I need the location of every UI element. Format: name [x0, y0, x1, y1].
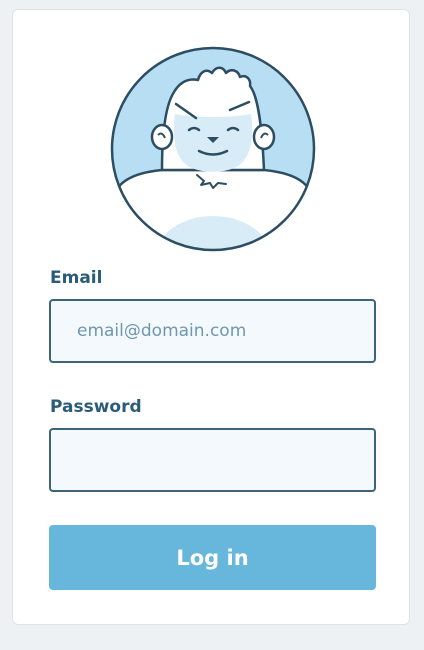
password-label: Password	[50, 397, 142, 417]
login-button[interactable]: Log in	[49, 525, 376, 590]
login-card: Email Password Log in	[12, 9, 410, 625]
password-input[interactable]	[49, 428, 376, 492]
yeti-avatar-icon	[110, 46, 316, 252]
email-input[interactable]	[49, 299, 376, 363]
email-label: Email	[50, 268, 103, 288]
